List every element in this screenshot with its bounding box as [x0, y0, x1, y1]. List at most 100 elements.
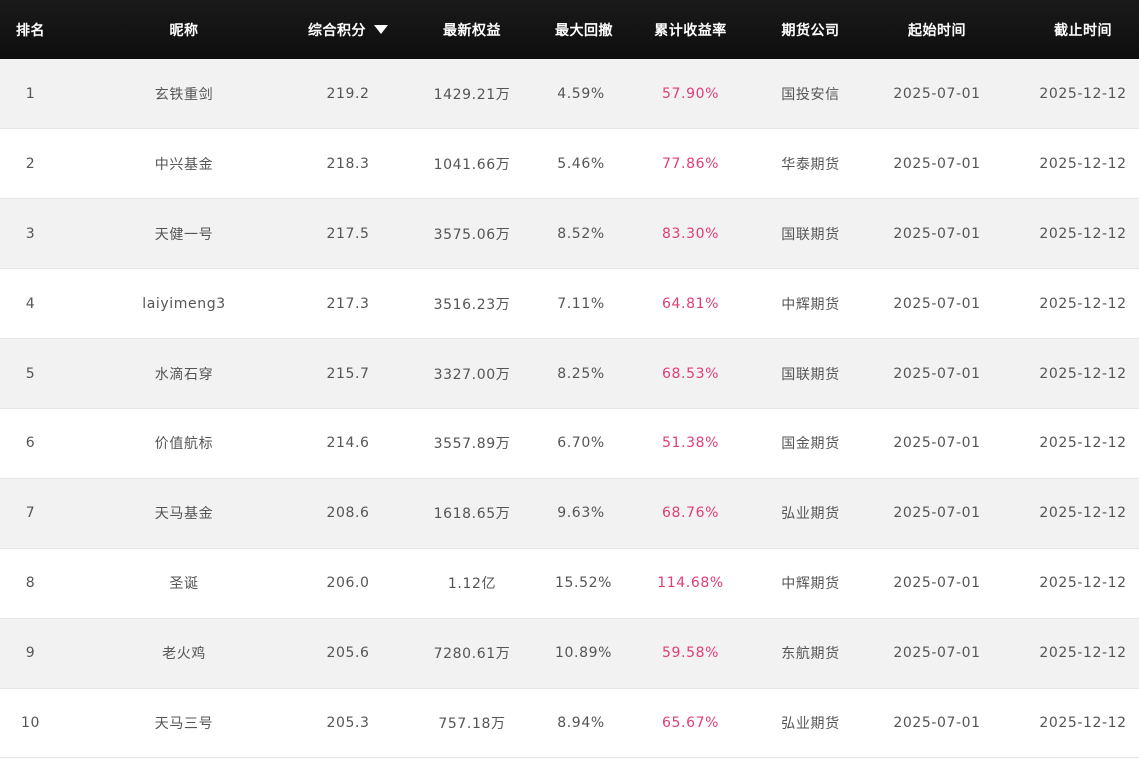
cell-end-time: 2025-12-12 — [1039, 365, 1127, 382]
ranking-table: 排名 昵称 综合积分 最新权益 最大回撤 累计收益率 期货公司 起始时间 截止时… — [0, 0, 1139, 758]
table-row: 8 圣诞 206.0 1.12亿 15.52% 114.68% 中辉期货 202… — [0, 548, 1139, 619]
cell-start-time: 2025-07-01 — [893, 295, 981, 312]
table-row: 3 天健一号 217.5 3575.06万 8.52% 83.30% 国联期货 … — [0, 198, 1139, 269]
cell-score: 205.3 — [326, 714, 370, 731]
cell-score: 205.6 — [326, 645, 370, 662]
cell-start-time: 2025-07-01 — [893, 225, 981, 242]
cell-max-drawdown: 5.46% — [557, 155, 605, 172]
cell-nickname: 中兴基金 — [154, 156, 214, 173]
table-row: 6 价值航标 214.6 3557.89万 6.70% 51.38% 国金期货 … — [0, 408, 1139, 479]
cell-nickname: 价值航标 — [154, 436, 214, 453]
cell-start-time: 2025-07-01 — [893, 85, 981, 102]
cell-nickname: 天健一号 — [154, 226, 214, 243]
header-score[interactable]: 综合积分 — [307, 0, 389, 59]
header-company: 期货公司 — [781, 22, 840, 39]
cell-company: 弘业期货 — [781, 506, 840, 523]
table-row: 9 老火鸡 205.6 7280.61万 10.89% 59.58% 东航期货 … — [0, 618, 1139, 689]
cell-score: 217.3 — [326, 295, 370, 312]
cell-start-time: 2025-07-01 — [893, 365, 981, 382]
cell-start-time: 2025-07-01 — [893, 645, 981, 662]
cell-start-time: 2025-07-01 — [893, 714, 981, 731]
header-max-drawdown: 最大回撤 — [555, 22, 613, 39]
cell-nickname: 老火鸡 — [162, 646, 206, 663]
cell-max-drawdown: 7.11% — [557, 295, 605, 312]
cell-max-drawdown: 4.59% — [557, 85, 605, 102]
cell-company: 中辉期货 — [781, 296, 840, 313]
cell-equity: 1429.21万 — [433, 86, 511, 103]
header-end-time: 截止时间 — [1054, 22, 1112, 39]
cell-end-time: 2025-12-12 — [1039, 575, 1127, 592]
cell-equity: 1.12亿 — [447, 576, 497, 593]
cell-equity: 757.18万 — [438, 715, 506, 732]
table-row: 5 水滴石穿 215.7 3327.00万 8.25% 68.53% 国联期货 … — [0, 338, 1139, 409]
cell-max-drawdown: 10.89% — [555, 645, 612, 662]
cell-score: 215.7 — [326, 365, 370, 382]
cell-company: 国联期货 — [781, 366, 840, 383]
cell-end-time: 2025-12-12 — [1039, 645, 1127, 662]
cell-start-time: 2025-07-01 — [893, 155, 981, 172]
cell-end-time: 2025-12-12 — [1039, 225, 1127, 242]
cell-rank: 7 — [25, 505, 36, 522]
cell-score: 214.6 — [326, 435, 370, 452]
cell-cumulative-return: 83.30% — [662, 225, 719, 242]
cell-cumulative-return: 77.86% — [662, 155, 719, 172]
cell-end-time: 2025-12-12 — [1039, 714, 1127, 731]
cell-company: 国投安信 — [781, 86, 840, 103]
cell-nickname: 天马基金 — [154, 506, 214, 523]
cell-max-drawdown: 8.52% — [557, 225, 605, 242]
cell-score: 219.2 — [326, 85, 370, 102]
header-row: 排名 昵称 综合积分 最新权益 最大回撤 累计收益率 期货公司 起始时间 截止时… — [0, 0, 1139, 59]
cell-start-time: 2025-07-01 — [893, 505, 981, 522]
table-header: 排名 昵称 综合积分 最新权益 最大回撤 累计收益率 期货公司 起始时间 截止时… — [0, 0, 1139, 59]
cell-equity: 3557.89万 — [433, 436, 511, 453]
cell-score: 217.5 — [326, 225, 370, 242]
header-score-label: 综合积分 — [308, 22, 366, 39]
cell-max-drawdown: 8.25% — [557, 365, 605, 382]
header-start-time: 起始时间 — [908, 22, 966, 39]
cell-end-time: 2025-12-12 — [1039, 85, 1127, 102]
cell-nickname: 天马三号 — [154, 715, 214, 732]
table-row: 2 中兴基金 218.3 1041.66万 5.46% 77.86% 华泰期货 … — [0, 128, 1139, 199]
cell-company: 东航期货 — [781, 646, 840, 663]
cell-start-time: 2025-07-01 — [893, 435, 981, 452]
cell-equity: 1618.65万 — [433, 506, 511, 523]
cell-company: 弘业期货 — [781, 715, 840, 732]
cell-nickname: laiyimeng3 — [142, 295, 226, 312]
cell-equity: 3575.06万 — [433, 226, 511, 243]
cell-score: 206.0 — [326, 575, 370, 592]
cell-rank: 5 — [25, 365, 36, 382]
cell-max-drawdown: 9.63% — [557, 505, 605, 522]
cell-rank: 10 — [20, 714, 40, 731]
cell-nickname: 水滴石穿 — [154, 366, 214, 383]
cell-cumulative-return: 68.53% — [662, 365, 719, 382]
cell-score: 218.3 — [326, 155, 370, 172]
cell-max-drawdown: 15.52% — [555, 575, 612, 592]
cell-cumulative-return: 57.90% — [662, 85, 719, 102]
cell-max-drawdown: 8.94% — [557, 714, 605, 731]
cell-rank: 2 — [25, 155, 36, 172]
cell-equity: 1041.66万 — [433, 156, 511, 173]
cell-start-time: 2025-07-01 — [893, 575, 981, 592]
table-row: 7 天马基金 208.6 1618.65万 9.63% 68.76% 弘业期货 … — [0, 478, 1139, 549]
cell-cumulative-return: 64.81% — [662, 295, 719, 312]
caret-down-icon[interactable] — [374, 24, 388, 34]
cell-company: 中辉期货 — [781, 576, 840, 593]
cell-nickname: 玄铁重剑 — [154, 86, 214, 103]
cell-cumulative-return: 114.68% — [657, 575, 724, 592]
cell-score: 208.6 — [326, 505, 370, 522]
header-equity: 最新权益 — [443, 22, 501, 39]
cell-rank: 9 — [25, 645, 36, 662]
table-row: 1 玄铁重剑 219.2 1429.21万 4.59% 57.90% 国投安信 … — [0, 59, 1139, 129]
cell-cumulative-return: 68.76% — [662, 505, 719, 522]
cell-rank: 3 — [25, 225, 36, 242]
cell-company: 华泰期货 — [781, 156, 840, 173]
cell-company: 国联期货 — [781, 226, 840, 243]
ranking-table-container: 排名 昵称 综合积分 最新权益 最大回撤 累计收益率 期货公司 起始时间 截止时… — [0, 0, 1139, 758]
cell-end-time: 2025-12-12 — [1039, 435, 1127, 452]
cell-nickname: 圣诞 — [169, 576, 199, 593]
table-row: 4 laiyimeng3 217.3 3516.23万 7.11% 64.81%… — [0, 268, 1139, 339]
cell-rank: 4 — [25, 295, 36, 312]
table-body: 1 玄铁重剑 219.2 1429.21万 4.59% 57.90% 国投安信 … — [0, 59, 1139, 758]
cell-rank: 1 — [25, 85, 36, 102]
header-nickname: 昵称 — [169, 22, 199, 39]
